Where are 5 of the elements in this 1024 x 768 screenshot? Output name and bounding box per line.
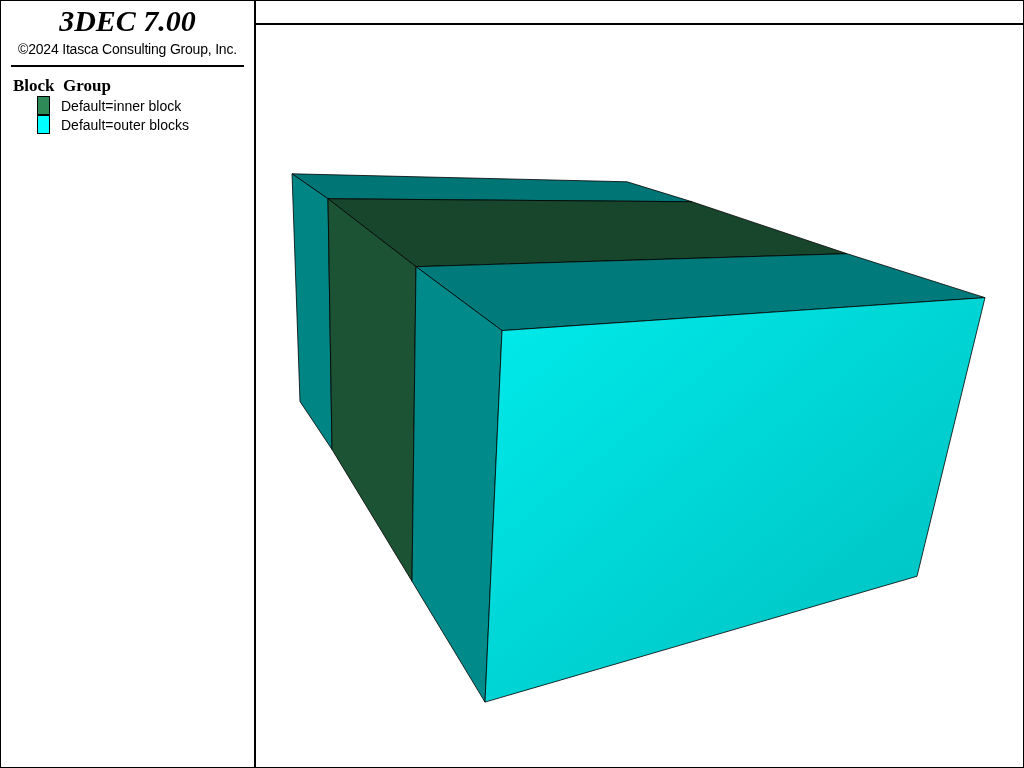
legend-title: Block Group	[13, 76, 112, 96]
legend-label: Default=inner block	[61, 97, 182, 114]
copyright-text: ©2024 Itasca Consulting Group, Inc.	[17, 41, 238, 57]
app-title: 3DEC 7.00	[58, 5, 197, 37]
legend-label: Default=outer blocks	[61, 116, 190, 133]
